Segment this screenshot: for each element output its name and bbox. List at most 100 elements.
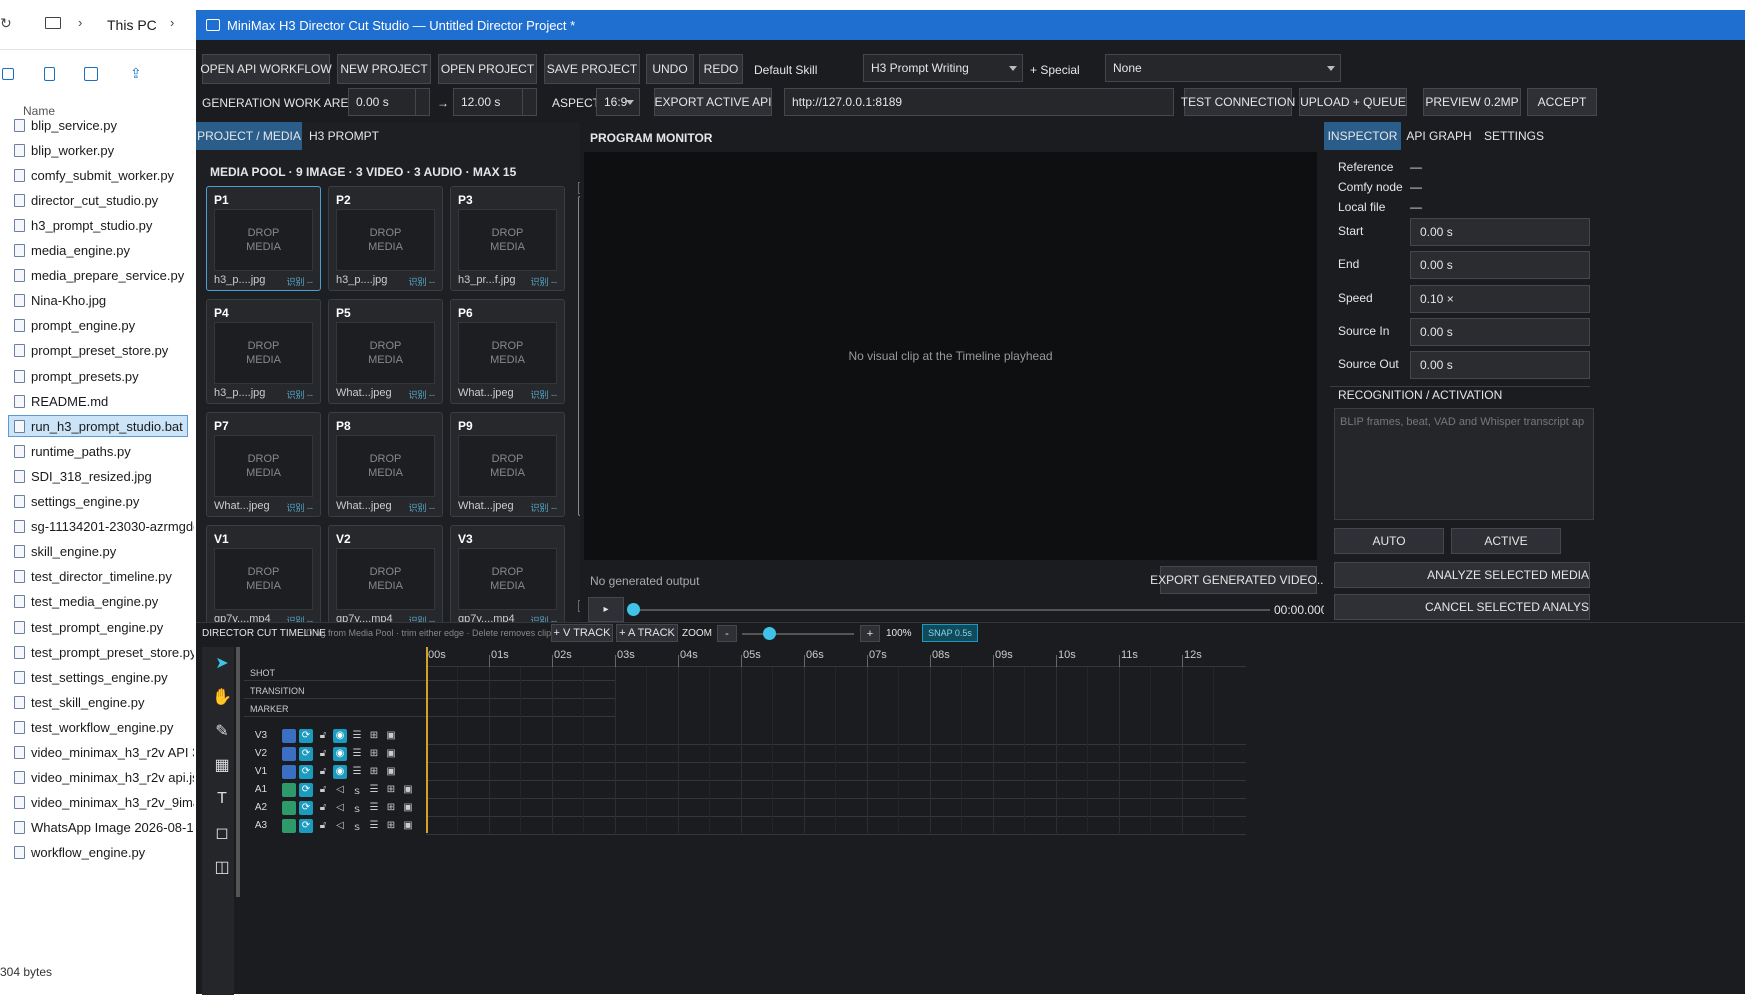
redo-button[interactable]: REDO xyxy=(699,54,743,84)
media-card-p8[interactable]: P8 DROP MEDIA What...jpeg 识别 -- xyxy=(328,412,443,517)
trash-icon[interactable]: ▣ xyxy=(384,747,398,761)
media-card-p4[interactable]: P4 DROP MEDIA h3_p....jpg 识别 -- xyxy=(206,299,321,404)
new-item-icon[interactable] xyxy=(2,68,14,80)
source-out-input[interactable]: 0.00 s xyxy=(1410,351,1590,380)
track-color-swatch[interactable] xyxy=(282,764,296,779)
file-item[interactable]: test_prompt_preset_store.py xyxy=(14,641,194,663)
trash-icon[interactable]: ▣ xyxy=(384,729,398,743)
zoom-slider-handle[interactable] xyxy=(763,627,776,640)
spin-buttons[interactable] xyxy=(522,89,536,115)
mute-icon[interactable]: ◁ xyxy=(333,801,347,815)
zoom-in-button[interactable]: + xyxy=(860,625,880,642)
zoom-slider[interactable] xyxy=(742,633,854,635)
media-card-p5[interactable]: P5 DROP MEDIA What...jpeg 识别 -- xyxy=(328,299,443,404)
snap-toggle[interactable]: SNAP 0.5s xyxy=(922,624,978,642)
rename-icon[interactable] xyxy=(84,67,98,81)
export-active-api-button[interactable]: EXPORT ACTIVE API xyxy=(654,88,772,116)
drop-zone[interactable]: DROP MEDIA xyxy=(458,435,557,497)
settings-sliders-icon[interactable]: ☰ xyxy=(367,819,381,833)
media-card-v3[interactable]: V3 DROP MEDIA gp7y....mp4 识别 -- xyxy=(450,525,565,630)
media-card-p2[interactable]: P2 DROP MEDIA h3_p....jpg 识别 -- xyxy=(328,186,443,291)
media-card-p1[interactable]: P1 DROP MEDIA h3_p....jpg 识别 -- xyxy=(206,186,321,291)
file-item[interactable]: prompt_presets.py xyxy=(14,365,194,387)
start-input[interactable]: 0.00 s xyxy=(1410,218,1590,246)
tab-project-media[interactable]: PROJECT / MEDIA xyxy=(196,122,302,150)
upload-queue-button[interactable]: UPLOAD + QUEUE xyxy=(1299,88,1407,116)
breadcrumb[interactable]: This PC xyxy=(107,17,157,33)
track-header-v2[interactable]: V2 ⟳ 🔓︎ ◉ ☰ ⊞ ▣ xyxy=(240,745,440,762)
drop-zone[interactable]: DROP MEDIA xyxy=(336,548,435,610)
lock-icon[interactable]: 🔓︎ xyxy=(316,765,330,779)
file-item[interactable]: director_cut_studio.py xyxy=(14,189,194,211)
trash-icon[interactable]: ▣ xyxy=(401,801,415,815)
track-header-a1[interactable]: A1 ⟳ 🔓︎ ◁ ｓ ☰ ⊞ ▣ xyxy=(240,781,440,798)
timeline-grid[interactable] xyxy=(426,667,1246,833)
media-card-v2[interactable]: V2 DROP MEDIA gp7y....mp4 识别 -- xyxy=(328,525,443,630)
sync-icon[interactable]: ⟳ xyxy=(299,764,313,779)
drop-zone[interactable]: DROP MEDIA xyxy=(214,548,313,610)
track-header-v1[interactable]: V1 ⟳ 🔓︎ ◉ ☰ ⊞ ▣ xyxy=(240,763,440,780)
recognition-tag[interactable]: 识别 -- xyxy=(287,388,314,401)
default-skill-select[interactable]: H3 Prompt Writing xyxy=(863,54,1023,82)
zoom-out-button[interactable]: - xyxy=(717,625,737,642)
recognition-tag[interactable]: 识别 -- xyxy=(409,275,436,288)
file-item[interactable]: blip_service.py xyxy=(14,114,194,136)
source-in-input[interactable]: 0.00 s xyxy=(1410,317,1590,346)
solo-icon[interactable]: ｓ xyxy=(350,819,364,833)
eye-icon[interactable]: ◉ xyxy=(333,728,347,743)
work-area-end-input[interactable]: 12.00 s xyxy=(453,88,537,116)
export-generated-video-button[interactable]: EXPORT GENERATED VIDEO... xyxy=(1150,566,1327,594)
recognition-textarea[interactable]: BLIP frames, beat, VAD and Whisper trans… xyxy=(1334,408,1594,520)
expand-icon[interactable]: ⊞ xyxy=(384,819,398,833)
grid-tool-icon[interactable]: ▦ xyxy=(209,751,235,779)
save-project-button[interactable]: SAVE PROJECT xyxy=(544,54,640,84)
file-item[interactable]: video_minimax_h3_r2v API 3IM xyxy=(14,742,194,764)
track-header-a2[interactable]: A2 ⟳ 🔓︎ ◁ ｓ ☰ ⊞ ▣ xyxy=(240,799,440,816)
settings-sliders-icon[interactable]: ☰ xyxy=(350,747,364,761)
sync-icon[interactable]: ⟳ xyxy=(299,746,313,761)
accept-button[interactable]: ACCEPT xyxy=(1527,88,1597,116)
open-project-button[interactable]: OPEN PROJECT xyxy=(438,54,537,84)
file-item[interactable]: WhatsApp Image 2026-08-13 at xyxy=(14,817,194,839)
lock-icon[interactable]: 🔓︎ xyxy=(316,747,330,761)
open-api-workflow-button[interactable]: OPEN API WORKFLOW xyxy=(200,54,332,84)
lock-icon[interactable]: 🔓︎ xyxy=(316,801,330,815)
settings-sliders-icon[interactable]: ☰ xyxy=(350,765,364,779)
media-card-p3[interactable]: P3 DROP MEDIA h3_pr...f.jpg 识别 -- xyxy=(450,186,565,291)
eye-icon[interactable]: ◉ xyxy=(333,764,347,779)
add-v-track-button[interactable]: + V TRACK xyxy=(551,624,613,642)
mute-icon[interactable]: ◁ xyxy=(333,783,347,797)
file-item[interactable]: test_workflow_engine.py xyxy=(14,716,194,738)
file-item[interactable]: SDI_318_resized.jpg xyxy=(14,465,194,487)
settings-sliders-icon[interactable]: ☰ xyxy=(367,783,381,797)
book-tool-icon[interactable]: ◫ xyxy=(209,853,235,881)
lock-icon[interactable]: 🔓︎ xyxy=(316,783,330,797)
tab-settings[interactable]: SETTINGS xyxy=(1478,122,1550,150)
media-card-p7[interactable]: P7 DROP MEDIA What...jpeg 识别 -- xyxy=(206,412,321,517)
file-item[interactable]: h3_prompt_studio.py xyxy=(14,214,194,236)
copy-icon[interactable] xyxy=(44,67,55,81)
solo-icon[interactable]: ｓ xyxy=(350,783,364,797)
preview-button[interactable]: PREVIEW 0.2MP xyxy=(1423,88,1521,116)
settings-sliders-icon[interactable]: ☰ xyxy=(367,801,381,815)
drop-zone[interactable]: DROP MEDIA xyxy=(458,548,557,610)
end-input[interactable]: 0.00 s xyxy=(1410,251,1590,280)
file-item[interactable]: workflow_engine.py xyxy=(14,842,194,864)
track-color-swatch[interactable] xyxy=(282,782,296,797)
file-item[interactable]: test_skill_engine.py xyxy=(14,691,194,713)
drop-zone[interactable]: DROP MEDIA xyxy=(458,322,557,384)
sync-icon[interactable]: ⟳ xyxy=(299,818,313,833)
file-item[interactable]: prompt_preset_store.py xyxy=(14,340,194,362)
track-color-swatch[interactable] xyxy=(282,746,296,761)
test-connection-button[interactable]: TEST CONNECTION xyxy=(1181,88,1295,116)
scrubber-handle[interactable] xyxy=(627,603,640,616)
expand-icon[interactable]: ⊞ xyxy=(384,783,398,797)
lock-icon[interactable]: 🔓︎ xyxy=(316,729,330,743)
expand-icon[interactable]: ⊞ xyxy=(367,729,381,743)
recognition-tag[interactable]: 识别 -- xyxy=(409,388,436,401)
drop-zone[interactable]: DROP MEDIA xyxy=(336,435,435,497)
sync-icon[interactable]: ⟳ xyxy=(299,800,313,815)
trash-icon[interactable]: ▣ xyxy=(401,783,415,797)
trash-icon[interactable]: ▣ xyxy=(384,765,398,779)
timeline-ruler[interactable]: 00s 01s 02s 03s 04s 05s 06s 07s 08s 09s 10s 11s 12s xyxy=(426,647,1246,667)
